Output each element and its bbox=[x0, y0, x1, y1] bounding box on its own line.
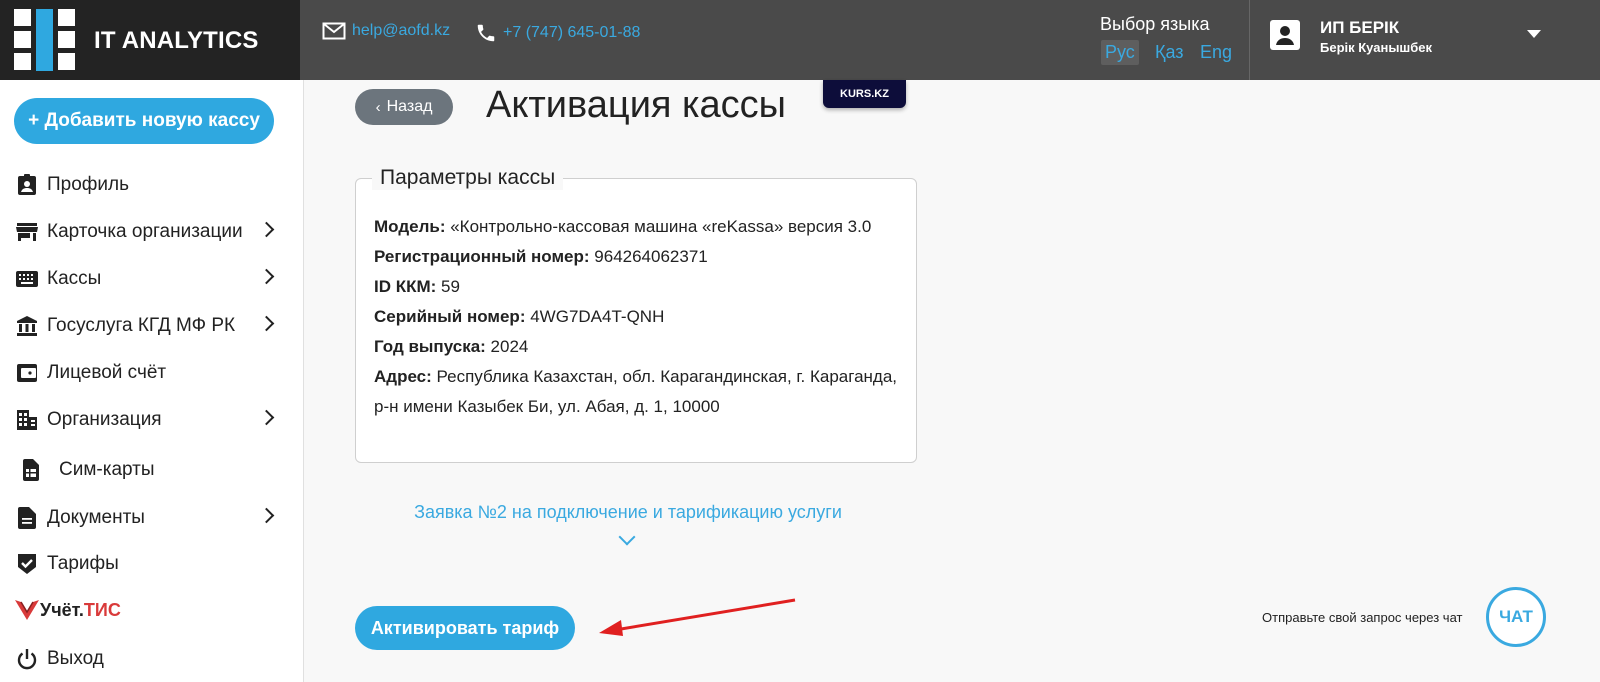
activate-tariff-button[interactable]: Активировать тариф bbox=[355, 606, 575, 650]
sidebar-item-label: Госуслуга КГД МФ РК bbox=[47, 315, 236, 336]
uchet-prefix: Учёт. bbox=[40, 599, 84, 620]
keyboard-icon bbox=[16, 268, 38, 290]
logo-text: IT ANALYTICS bbox=[94, 27, 259, 54]
sidebar-item-label: Кассы bbox=[47, 268, 102, 289]
logo[interactable]: IT ANALYTICS bbox=[0, 0, 300, 80]
phone-link[interactable]: +7 (747) 645-01-88 bbox=[475, 22, 640, 44]
header-divider bbox=[1249, 0, 1250, 80]
sidebar-item-label: Выход bbox=[47, 648, 104, 669]
sidebar-item-organization[interactable]: Организация bbox=[16, 405, 282, 435]
user-subname: Берік Куанышбек bbox=[1320, 40, 1433, 55]
top-header: IT ANALYTICS help@aofd.kz +7 (747) 645-0… bbox=[0, 0, 1600, 80]
lang-kz[interactable]: Қаз bbox=[1151, 40, 1188, 65]
sidebar-item-label: Карточка организации bbox=[47, 221, 243, 242]
user-name[interactable]: ИП БЕРІК bbox=[1320, 18, 1399, 38]
sidebar-item-documents[interactable]: Документы bbox=[16, 503, 282, 533]
uchet-suffix: ТИС bbox=[83, 599, 121, 620]
store-icon bbox=[16, 221, 38, 243]
lang-ru[interactable]: Рус bbox=[1101, 40, 1139, 65]
param-year: Год выпуска: 2024 bbox=[374, 337, 529, 356]
email-link[interactable]: help@aofd.kz bbox=[322, 22, 450, 40]
params-legend: Параметры кассы bbox=[372, 166, 564, 190]
mail-icon bbox=[322, 22, 346, 40]
sidebar-item-gov-service[interactable]: Госуслуга КГД МФ РК bbox=[16, 311, 282, 341]
sim-card-icon bbox=[20, 459, 42, 481]
chevron-right-icon bbox=[258, 221, 275, 238]
param-serial: Серийный номер: 4WG7DA4T-QNH bbox=[374, 307, 665, 326]
sidebar-item-registers[interactable]: Кассы bbox=[16, 264, 282, 294]
power-icon bbox=[16, 648, 38, 670]
add-new-register-button[interactable]: + Добавить новую кассу bbox=[14, 98, 274, 144]
sidebar-item-tariffs[interactable]: Тарифы bbox=[16, 549, 282, 579]
back-button[interactable]: ‹ Назад bbox=[355, 89, 453, 125]
wallet-icon bbox=[16, 362, 38, 384]
param-reg-number: Регистрационный номер: 964264062371 bbox=[374, 247, 708, 266]
chevron-left-icon: ‹ bbox=[375, 98, 381, 116]
sidebar-item-sim-cards[interactable]: Сим-карты bbox=[16, 455, 282, 485]
chevron-right-icon bbox=[258, 507, 275, 524]
sidebar-item-profile[interactable]: Профиль bbox=[16, 170, 282, 200]
user-menu-caret-icon[interactable] bbox=[1527, 30, 1541, 38]
phone-icon bbox=[477, 24, 495, 42]
sidebar-item-org-card[interactable]: Карточка организации bbox=[16, 217, 282, 247]
chevron-right-icon bbox=[258, 268, 275, 285]
email-text: help@aofd.kz bbox=[352, 22, 451, 39]
page-title: Активация кассы bbox=[486, 84, 786, 126]
chat-hint: Отправьте свой запрос через чат bbox=[1262, 610, 1463, 625]
sidebar-item-logout[interactable]: Выход bbox=[16, 644, 282, 674]
sidebar: + Добавить новую кассу Профиль Карточка … bbox=[0, 80, 304, 682]
lang-en[interactable]: Eng bbox=[1196, 40, 1236, 65]
sidebar-item-label: Организация bbox=[47, 409, 162, 430]
chevron-right-icon bbox=[258, 409, 275, 426]
user-icon[interactable] bbox=[1270, 20, 1300, 50]
bank-icon bbox=[16, 315, 38, 337]
param-id: ID ККМ: 59 bbox=[374, 277, 460, 296]
chat-button[interactable]: ЧАТ bbox=[1486, 587, 1546, 647]
sidebar-item-account[interactable]: Лицевой счёт bbox=[16, 358, 282, 388]
document-icon bbox=[16, 507, 38, 529]
language-title: Выбор языка bbox=[1100, 14, 1210, 34]
chevron-right-icon bbox=[258, 315, 275, 332]
sidebar-item-label: Лицевой счёт bbox=[47, 362, 167, 383]
sidebar-item-label: Профиль bbox=[47, 174, 130, 195]
application-link[interactable]: Заявка №2 на подключение и тарификацию у… bbox=[355, 502, 901, 523]
back-button-label: Назад bbox=[386, 98, 433, 115]
uchet-tis-link[interactable]: Учёт. ТИС bbox=[14, 598, 121, 622]
param-model: Модель: «Контрольно-кассовая машина «reK… bbox=[374, 217, 872, 236]
sidebar-item-label: Сим-карты bbox=[59, 459, 155, 480]
shield-check-icon bbox=[16, 553, 38, 575]
red-arrow-annotation bbox=[599, 598, 796, 636]
phone-text: +7 (747) 645-01-88 bbox=[503, 24, 641, 41]
logo-mark bbox=[14, 9, 76, 71]
chevron-down-icon[interactable] bbox=[618, 528, 636, 546]
sidebar-item-label: Документы bbox=[47, 507, 145, 528]
uchet-logo-icon bbox=[15, 600, 39, 620]
profile-icon bbox=[16, 174, 38, 196]
param-address: Адрес: Республика Казахстан, обл. Карага… bbox=[374, 367, 898, 416]
sidebar-item-label: Тарифы bbox=[47, 553, 119, 574]
building-icon bbox=[16, 409, 38, 431]
kurs-badge[interactable]: KURS.KZ bbox=[823, 80, 906, 108]
params-list: Модель: «Контрольно-кассовая машина «reK… bbox=[374, 212, 904, 422]
